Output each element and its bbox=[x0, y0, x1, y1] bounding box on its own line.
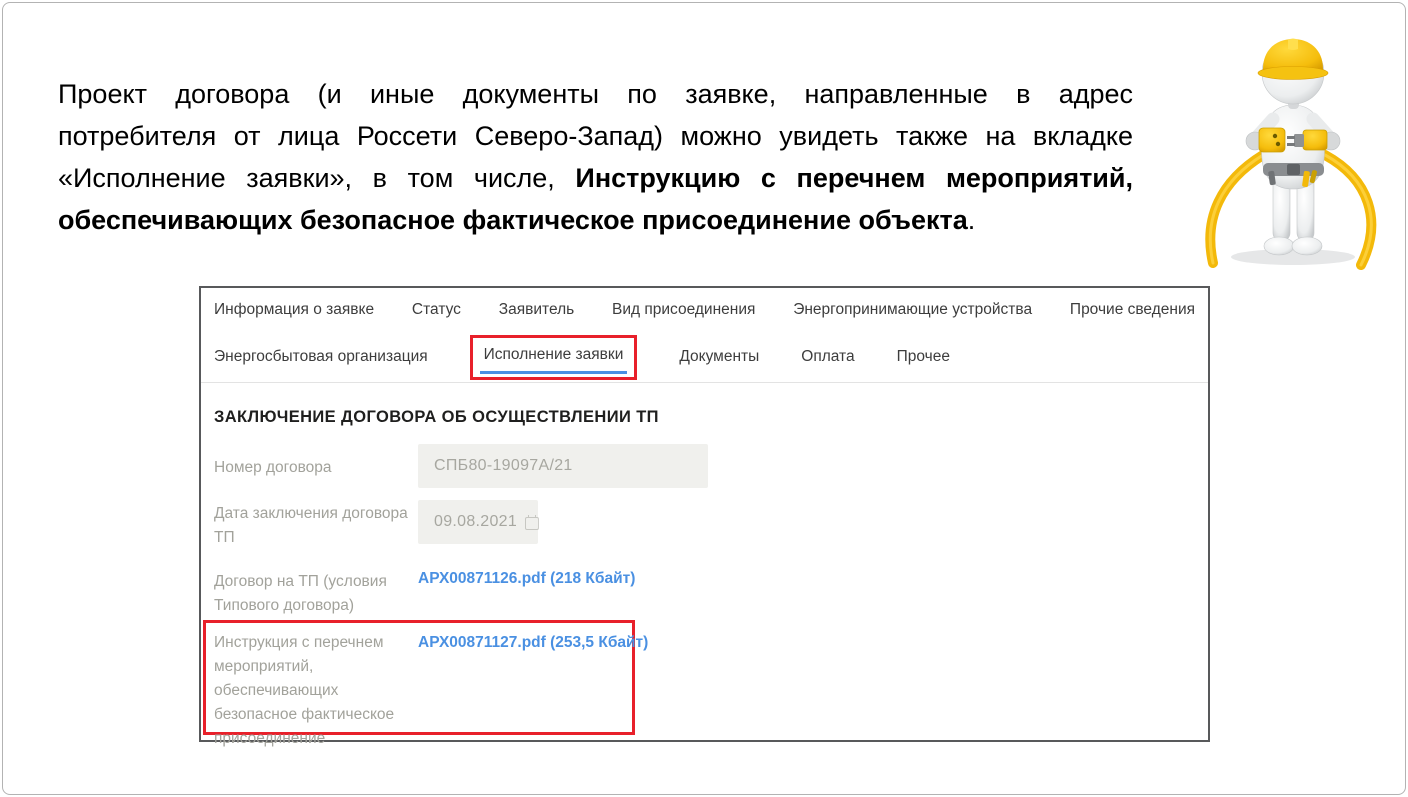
tab-other-info[interactable]: Прочие сведения bbox=[1070, 301, 1195, 319]
calendar-icon bbox=[525, 515, 526, 530]
instruction-file-link[interactable]: АРХ00871127.pdf (253,5 Кбайт) bbox=[418, 634, 648, 652]
tab-applicant[interactable]: Заявитель bbox=[499, 301, 574, 319]
field-label: Инструкция с перечнем мероприятий, обесп… bbox=[214, 631, 404, 751]
tab-power-devices[interactable]: Энергопринимающие устройства bbox=[793, 301, 1032, 319]
contract-number-input[interactable]: СПБ80-19097А/21 bbox=[418, 444, 708, 488]
tabs-divider bbox=[201, 382, 1208, 383]
annotation-box-instruction-field: Инструкция с перечнем мероприятий, обесп… bbox=[203, 620, 635, 735]
field-label: Номер договора bbox=[214, 456, 410, 480]
field-row-contract-file: Договор на ТП (условия Типового договора… bbox=[201, 568, 1208, 618]
tab-documents[interactable]: Документы bbox=[679, 348, 759, 366]
intro-line-2: потребителя от лица Россети Северо-Запад… bbox=[58, 115, 1133, 157]
field-label: Дата заключения договора ТП bbox=[214, 502, 410, 550]
intro-line-3: «Исполнение заявки», в том числе, Инстру… bbox=[58, 157, 1133, 199]
contract-date-input[interactable]: 09.08.2021 bbox=[418, 500, 538, 544]
contract-number-value: СПБ80-19097А/21 bbox=[434, 457, 573, 475]
tab-request-execution[interactable]: Исполнение заявки bbox=[484, 346, 624, 363]
section-title: ЗАКЛЮЧЕНИЕ ДОГОВОРА ОБ ОСУЩЕСТВЛЕНИИ ТП bbox=[214, 408, 659, 427]
tabs-row-primary: Информация о заявке Статус Заявитель Вид… bbox=[201, 288, 1208, 332]
tab-misc[interactable]: Прочее bbox=[897, 348, 950, 366]
tab-connection-type[interactable]: Вид присоединения bbox=[612, 301, 755, 319]
tab-request-info[interactable]: Информация о заявке bbox=[214, 301, 374, 319]
electrician-mascot-illustration bbox=[1191, 13, 1396, 271]
tabs-row-secondary: Энергосбытовая организация Исполнение за… bbox=[214, 332, 1208, 382]
field-row-contract-number: Номер договора СПБ80-19097А/21 bbox=[201, 444, 1208, 490]
intro-paragraph: Проект договора (и иные документы по зая… bbox=[58, 73, 1133, 241]
annotation-box-active-tab: Исполнение заявки bbox=[470, 335, 638, 380]
tab-status[interactable]: Статус bbox=[412, 301, 461, 319]
intro-line-1: Проект договора (и иные документы по зая… bbox=[58, 73, 1133, 115]
tab-energy-sales-org[interactable]: Энергосбытовая организация bbox=[214, 348, 428, 366]
application-screenshot-panel: Информация о заявке Статус Заявитель Вид… bbox=[199, 286, 1210, 742]
field-label: Договор на ТП (условия Типового договора… bbox=[214, 570, 410, 618]
field-row-contract-date: Дата заключения договора ТП 09.08.2021 bbox=[201, 500, 1208, 546]
active-tab-underline bbox=[480, 371, 628, 374]
contract-date-value: 09.08.2021 bbox=[434, 513, 517, 531]
contract-file-link[interactable]: АРХ00871126.pdf (218 Кбайт) bbox=[418, 570, 635, 588]
slide: Проект договора (и иные документы по зая… bbox=[2, 2, 1406, 795]
intro-line-4: обеспечивающих безопасное фактическое пр… bbox=[58, 199, 1133, 241]
tab-payment[interactable]: Оплата bbox=[801, 348, 854, 366]
